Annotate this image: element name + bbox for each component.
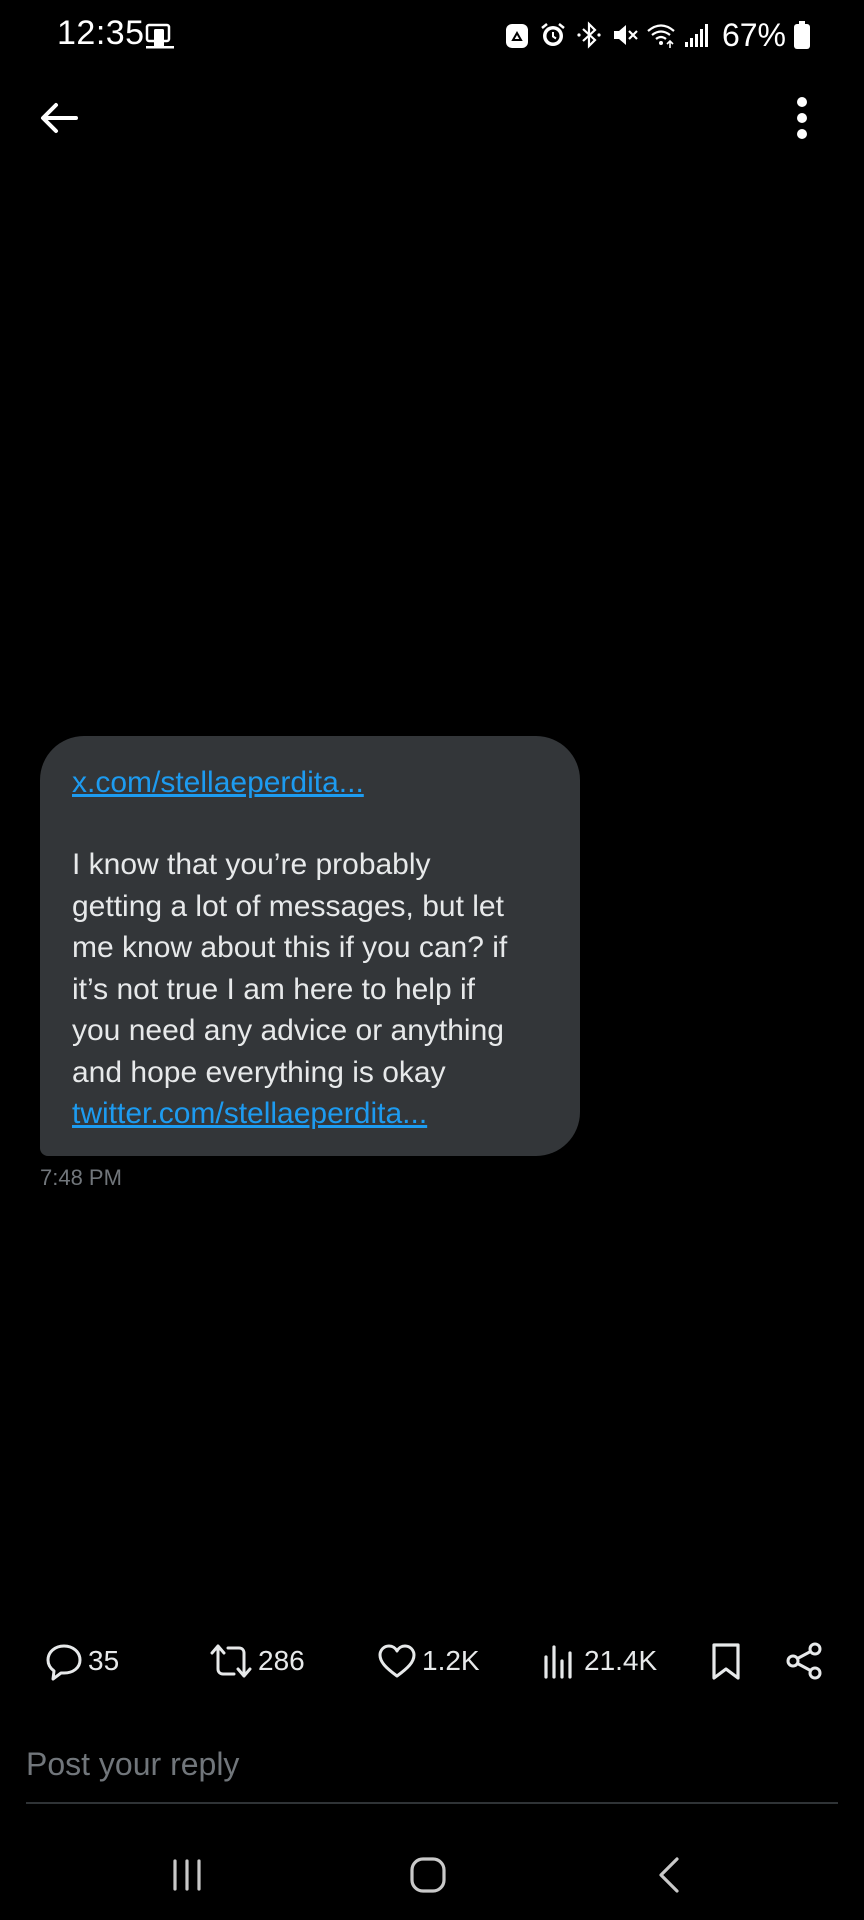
status-bar: 12:35 67% xyxy=(0,0,864,70)
views-count: 21.4K xyxy=(584,1645,658,1676)
reply-input[interactable] xyxy=(26,1736,838,1792)
more-options-button[interactable] xyxy=(778,94,826,142)
recent-apps-button[interactable] xyxy=(157,1850,217,1900)
like-button[interactable]: 1.2K xyxy=(376,1636,480,1686)
message-link-x[interactable]: x.com/stellaeperdita... xyxy=(72,762,550,803)
reply-count: 35 xyxy=(88,1645,120,1676)
arrow-left-icon xyxy=(41,103,78,133)
message-bubble: x.com/stellaeperdita... I know that you’… xyxy=(40,736,580,1156)
reply-icon xyxy=(46,1644,82,1681)
mute-icon xyxy=(610,20,640,50)
battery-icon xyxy=(794,21,810,49)
home-button[interactable] xyxy=(398,1850,458,1900)
bookmark-icon xyxy=(712,1643,740,1680)
screen-mirror-icon xyxy=(144,20,176,52)
share-icon xyxy=(786,1642,822,1680)
heart-icon xyxy=(378,1644,416,1678)
repost-count: 286 xyxy=(258,1645,305,1676)
signal-icon xyxy=(682,20,712,50)
wifi-icon xyxy=(646,20,676,50)
system-nav-bar xyxy=(0,1830,864,1920)
bluetooth-icon xyxy=(574,20,604,50)
views-chart-icon xyxy=(544,1645,572,1679)
status-time: 12:35 xyxy=(57,14,145,52)
battery-percent: 67% xyxy=(721,16,786,53)
back-button[interactable] xyxy=(36,94,84,142)
recycle-icon xyxy=(502,20,532,50)
action-bar: 35 286 1.2K 21.4K xyxy=(0,1636,864,1686)
repost-button[interactable]: 286 xyxy=(208,1636,305,1686)
like-count: 1.2K xyxy=(422,1645,480,1676)
chevron-left-icon xyxy=(659,1857,679,1893)
system-back-button[interactable] xyxy=(640,1850,700,1900)
more-vertical-icon xyxy=(797,97,807,139)
message-link-twitter[interactable]: twitter.com/stellaeperdita... xyxy=(72,1093,550,1134)
alarm-icon xyxy=(538,20,568,50)
home-icon xyxy=(410,1857,446,1893)
status-icons: 67% xyxy=(502,16,810,54)
message-timestamp: 7:48 PM xyxy=(40,1165,122,1190)
reply-button[interactable]: 35 xyxy=(44,1636,119,1686)
bookmark-button[interactable] xyxy=(706,1636,746,1686)
recent-apps-icon xyxy=(173,1859,201,1891)
repost-icon xyxy=(210,1644,252,1678)
message-text: I know that you’re probably getting a lo… xyxy=(72,848,508,1089)
share-button[interactable] xyxy=(784,1636,824,1686)
reply-composer xyxy=(26,1736,838,1804)
views-button[interactable]: 21.4K xyxy=(540,1636,657,1686)
